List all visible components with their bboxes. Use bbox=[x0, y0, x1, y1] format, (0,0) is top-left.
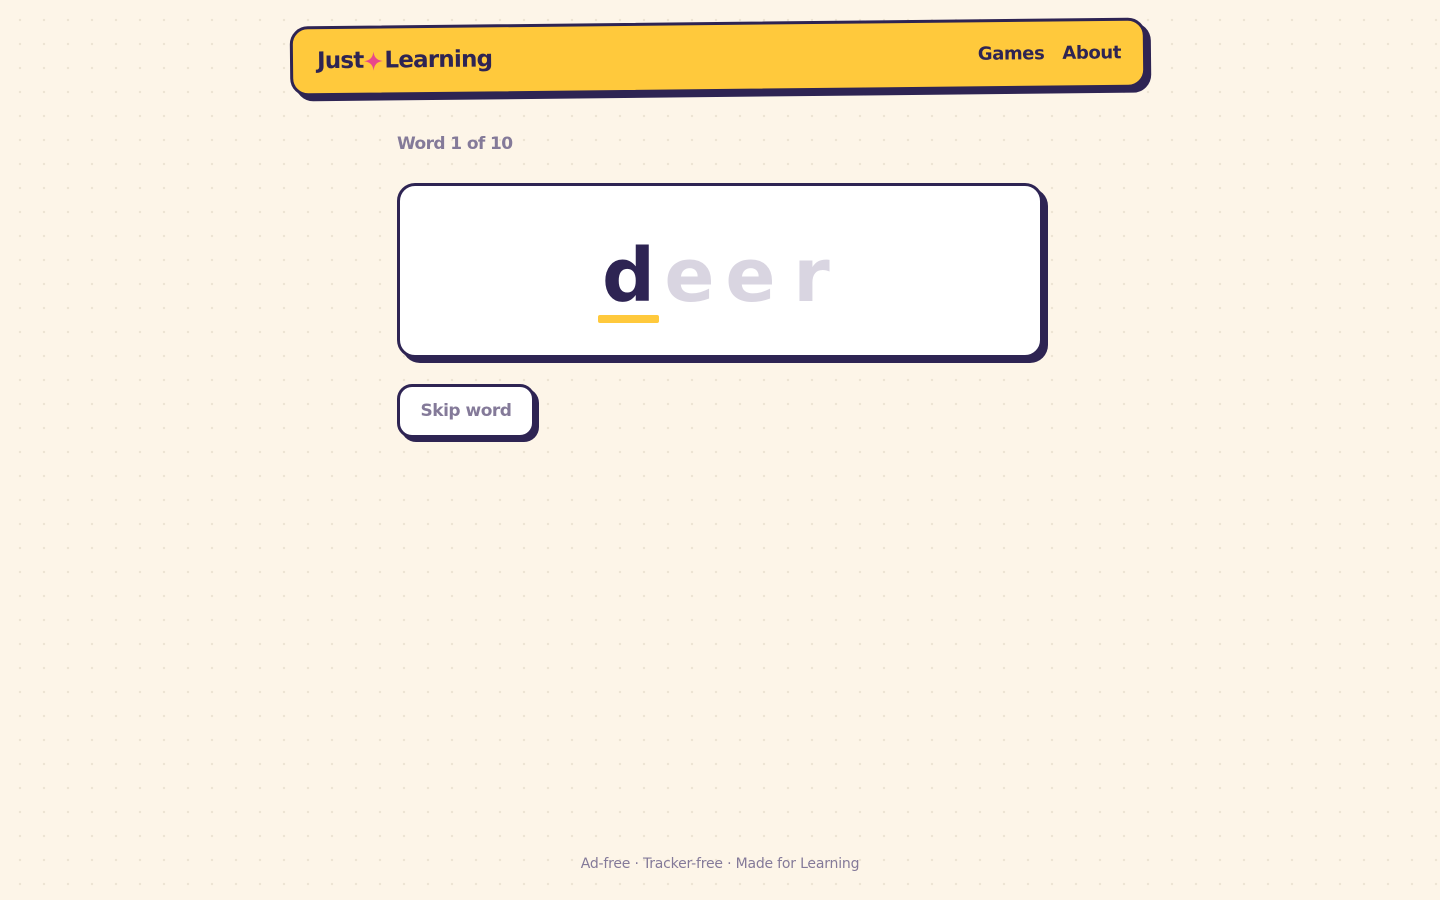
letter-1-active: d bbox=[598, 233, 659, 323]
nav-games-link[interactable]: Games bbox=[978, 43, 1045, 65]
site-header: Just Learning Games About bbox=[289, 17, 1147, 97]
footer-tagline: Ad-free · Tracker-free · Made for Learni… bbox=[580, 856, 860, 872]
word-progress: Word 1 of 10 bbox=[397, 134, 513, 154]
skip-word-button[interactable]: Skip word bbox=[397, 384, 535, 438]
nav-about-link[interactable]: About bbox=[1062, 42, 1121, 64]
letter-4: r bbox=[793, 233, 830, 319]
sparkle-icon bbox=[364, 51, 384, 71]
main-nav: Games About bbox=[978, 42, 1121, 64]
word-card: d e e r bbox=[397, 183, 1043, 358]
letter-3: e bbox=[725, 233, 776, 319]
brand-text-learning: Learning bbox=[384, 46, 493, 74]
brand-logo[interactable]: Just Learning bbox=[317, 46, 493, 74]
word-letters: d e e r bbox=[400, 233, 1040, 323]
letter-2: e bbox=[664, 233, 715, 319]
brand-text-just: Just bbox=[316, 47, 364, 75]
